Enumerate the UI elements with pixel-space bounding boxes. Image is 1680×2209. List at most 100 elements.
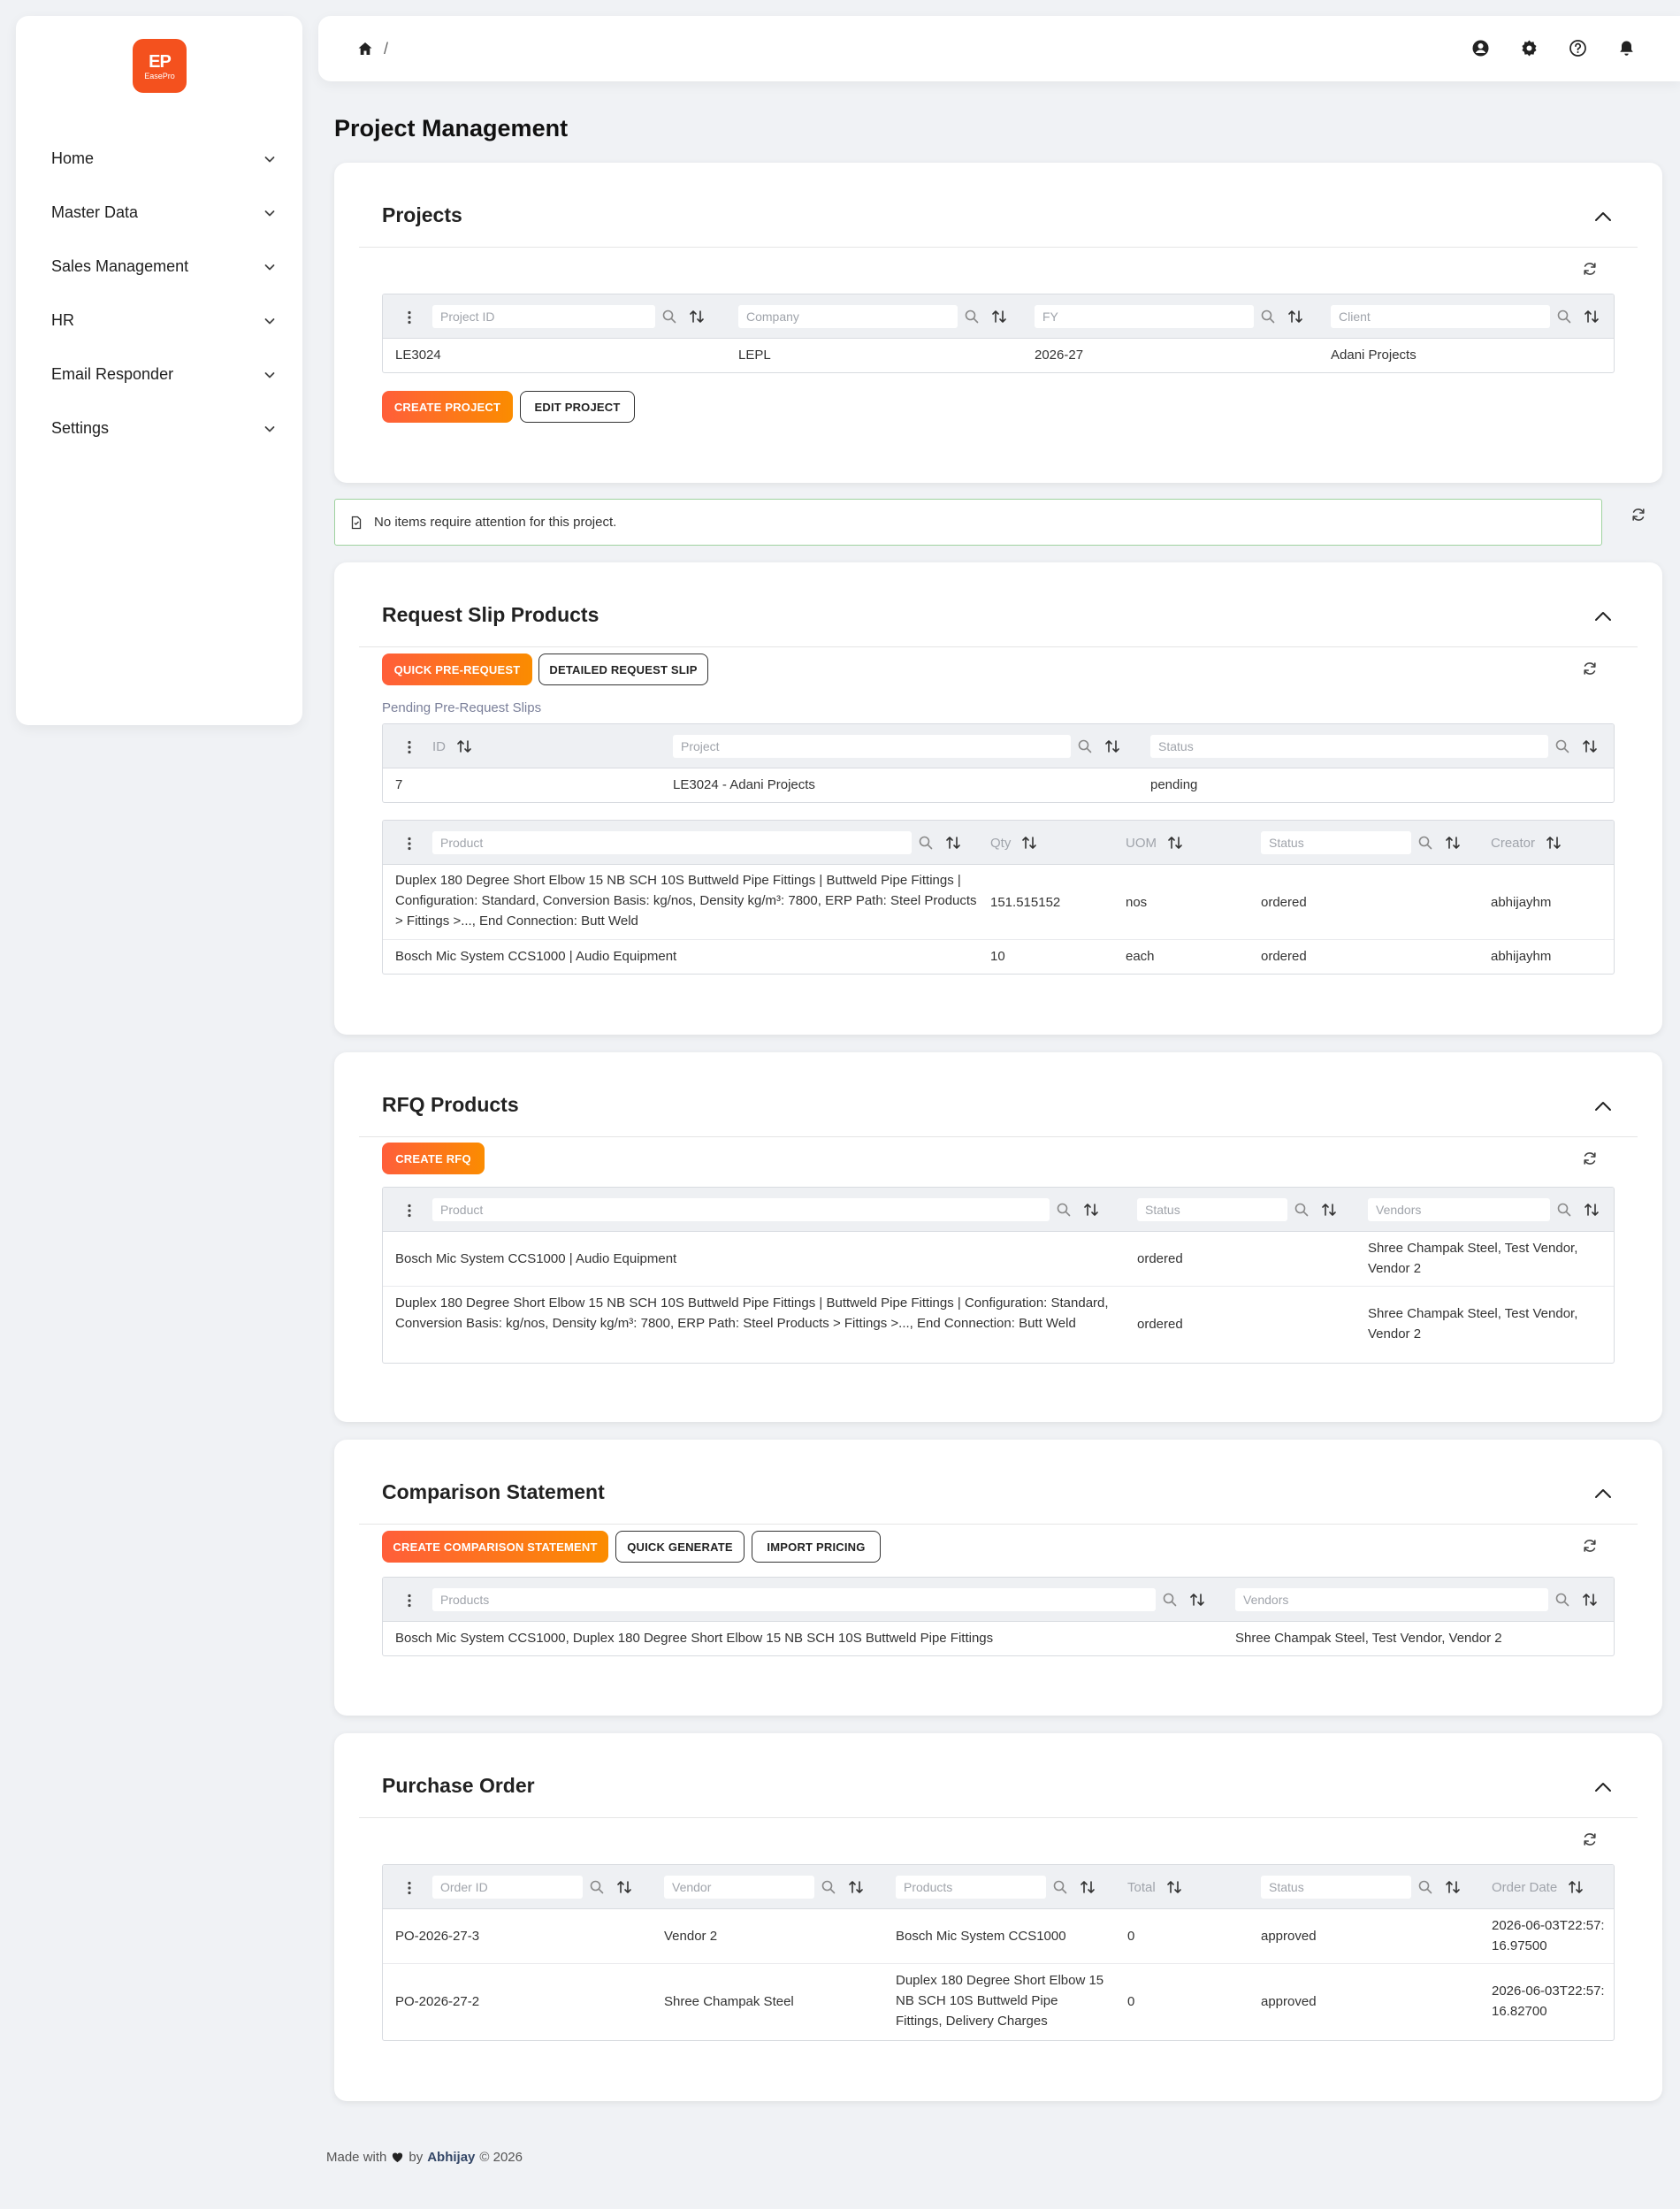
- search-icon[interactable]: [1078, 739, 1092, 753]
- search-icon[interactable]: [965, 310, 979, 324]
- sort-icon[interactable]: [1584, 1202, 1600, 1218]
- fy-filter-input[interactable]: [1035, 305, 1254, 328]
- sort-icon[interactable]: [616, 1879, 632, 1895]
- sort-icon[interactable]: [1582, 738, 1598, 754]
- sort-icon[interactable]: [1166, 1879, 1182, 1895]
- products-filter-input[interactable]: [432, 1588, 1156, 1611]
- sidebar-item-settings[interactable]: Settings: [16, 401, 302, 455]
- sort-icon[interactable]: [1584, 309, 1600, 325]
- search-icon[interactable]: [1555, 739, 1569, 753]
- table-row[interactable]: Bosch Mic System CCS1000 | Audio Equipme…: [383, 940, 1614, 974]
- sort-icon[interactable]: [945, 835, 961, 851]
- project-id-filter-input[interactable]: [432, 305, 655, 328]
- sort-icon[interactable]: [689, 309, 705, 325]
- status-filter-input[interactable]: [1261, 1876, 1411, 1899]
- sort-icon[interactable]: [1321, 1202, 1337, 1218]
- column-menu-icon[interactable]: [407, 1881, 412, 1895]
- sort-icon[interactable]: [1189, 1592, 1205, 1608]
- search-icon[interactable]: [1555, 1593, 1569, 1607]
- chevron-up-icon[interactable]: [1593, 1484, 1613, 1503]
- column-menu-icon[interactable]: [407, 1204, 412, 1218]
- sort-icon[interactable]: [1080, 1879, 1096, 1895]
- chevron-up-icon[interactable]: [1593, 1097, 1613, 1116]
- client-filter-input[interactable]: [1331, 305, 1550, 328]
- sidebar-item-home[interactable]: Home: [16, 132, 302, 186]
- sort-icon[interactable]: [1287, 309, 1303, 325]
- search-icon[interactable]: [1418, 1880, 1432, 1894]
- search-icon[interactable]: [1557, 310, 1571, 324]
- create-comparison-statement-button[interactable]: Create Comparison Statement: [382, 1531, 608, 1563]
- column-menu-icon[interactable]: [407, 1594, 412, 1608]
- column-menu-icon[interactable]: [407, 837, 412, 851]
- table-row[interactable]: PO-2026-27-3 Vendor 2 Bosch Mic System C…: [383, 1909, 1614, 1964]
- search-icon[interactable]: [590, 1880, 604, 1894]
- create-rfq-button[interactable]: Create RFQ: [382, 1143, 485, 1174]
- sort-icon[interactable]: [991, 309, 1007, 325]
- product-filter-input[interactable]: [432, 1198, 1050, 1221]
- refresh-icon[interactable]: [1630, 507, 1646, 523]
- help-icon[interactable]: [1569, 39, 1587, 57]
- sidebar-item-sales-management[interactable]: Sales Management: [16, 240, 302, 294]
- sidebar-item-email-responder[interactable]: Email Responder: [16, 348, 302, 401]
- search-icon[interactable]: [821, 1880, 836, 1894]
- chevron-up-icon[interactable]: [1593, 607, 1613, 626]
- edit-project-button[interactable]: Edit Project: [520, 391, 635, 423]
- search-icon[interactable]: [1053, 1880, 1067, 1894]
- table-row[interactable]: PO-2026-27-2 Shree Champak Steel Duplex …: [383, 1964, 1614, 2040]
- sidebar-item-master-data[interactable]: Master Data: [16, 186, 302, 240]
- product-filter-input[interactable]: [432, 831, 912, 854]
- sort-icon[interactable]: [1167, 835, 1183, 851]
- column-menu-icon[interactable]: [407, 310, 412, 325]
- status-filter-input[interactable]: [1137, 1198, 1287, 1221]
- refresh-icon[interactable]: [1582, 1150, 1598, 1166]
- search-icon[interactable]: [1057, 1203, 1071, 1217]
- table-row[interactable]: Duplex 180 Degree Short Elbow 15 NB SCH …: [383, 1287, 1614, 1363]
- import-pricing-button[interactable]: Import Pricing: [752, 1531, 881, 1563]
- chevron-up-icon[interactable]: [1593, 1777, 1613, 1797]
- status-filter-input[interactable]: [1150, 735, 1548, 758]
- table-row[interactable]: LE3024 LEPL 2026-27 Adani Projects: [383, 339, 1614, 372]
- sort-icon[interactable]: [1568, 1879, 1584, 1895]
- quick-pre-request-button[interactable]: Quick Pre-Request: [382, 654, 532, 685]
- order-id-filter-input[interactable]: [432, 1876, 583, 1899]
- sort-icon[interactable]: [1021, 835, 1037, 851]
- table-row[interactable]: Duplex 180 Degree Short Elbow 15 NB SCH …: [383, 865, 1614, 940]
- status-filter-input[interactable]: [1261, 831, 1411, 854]
- app-logo[interactable]: EP EasePro: [133, 39, 187, 93]
- user-icon[interactable]: [1471, 39, 1490, 57]
- refresh-icon[interactable]: [1582, 1538, 1598, 1554]
- bell-icon[interactable]: [1617, 39, 1636, 57]
- refresh-icon[interactable]: [1582, 661, 1598, 676]
- project-filter-input[interactable]: [673, 735, 1071, 758]
- footer-author-link[interactable]: Abhijay: [427, 2150, 475, 2165]
- sort-icon[interactable]: [1546, 835, 1562, 851]
- sort-icon[interactable]: [1104, 738, 1120, 754]
- table-row[interactable]: 7 LE3024 - Adani Projects pending: [383, 768, 1614, 802]
- sort-icon[interactable]: [1083, 1202, 1099, 1218]
- table-row[interactable]: Bosch Mic System CCS1000, Duplex 180 Deg…: [383, 1622, 1614, 1655]
- create-project-button[interactable]: Create Project: [382, 391, 513, 423]
- search-icon[interactable]: [919, 836, 933, 850]
- products-filter-input[interactable]: [896, 1876, 1046, 1899]
- chevron-up-icon[interactable]: [1593, 207, 1613, 226]
- sidebar-item-hr[interactable]: HR: [16, 294, 302, 348]
- table-row[interactable]: Bosch Mic System CCS1000 | Audio Equipme…: [383, 1232, 1614, 1287]
- search-icon[interactable]: [1557, 1203, 1571, 1217]
- search-icon[interactable]: [1418, 836, 1432, 850]
- company-filter-input[interactable]: [738, 305, 958, 328]
- search-icon[interactable]: [662, 310, 676, 324]
- vendors-filter-input[interactable]: [1368, 1198, 1550, 1221]
- quick-generate-button[interactable]: Quick Generate: [615, 1531, 745, 1563]
- sort-icon[interactable]: [1582, 1592, 1598, 1608]
- sort-icon[interactable]: [1445, 835, 1461, 851]
- vendors-filter-input[interactable]: [1235, 1588, 1548, 1611]
- sort-icon[interactable]: [848, 1879, 864, 1895]
- vendor-filter-input[interactable]: [664, 1876, 814, 1899]
- refresh-icon[interactable]: [1582, 1831, 1598, 1847]
- search-icon[interactable]: [1163, 1593, 1177, 1607]
- home-icon[interactable]: [357, 41, 373, 57]
- detailed-request-slip-button[interactable]: Detailed Request Slip: [538, 654, 708, 685]
- gear-icon[interactable]: [1520, 39, 1539, 57]
- sort-icon[interactable]: [1445, 1879, 1461, 1895]
- search-icon[interactable]: [1261, 310, 1275, 324]
